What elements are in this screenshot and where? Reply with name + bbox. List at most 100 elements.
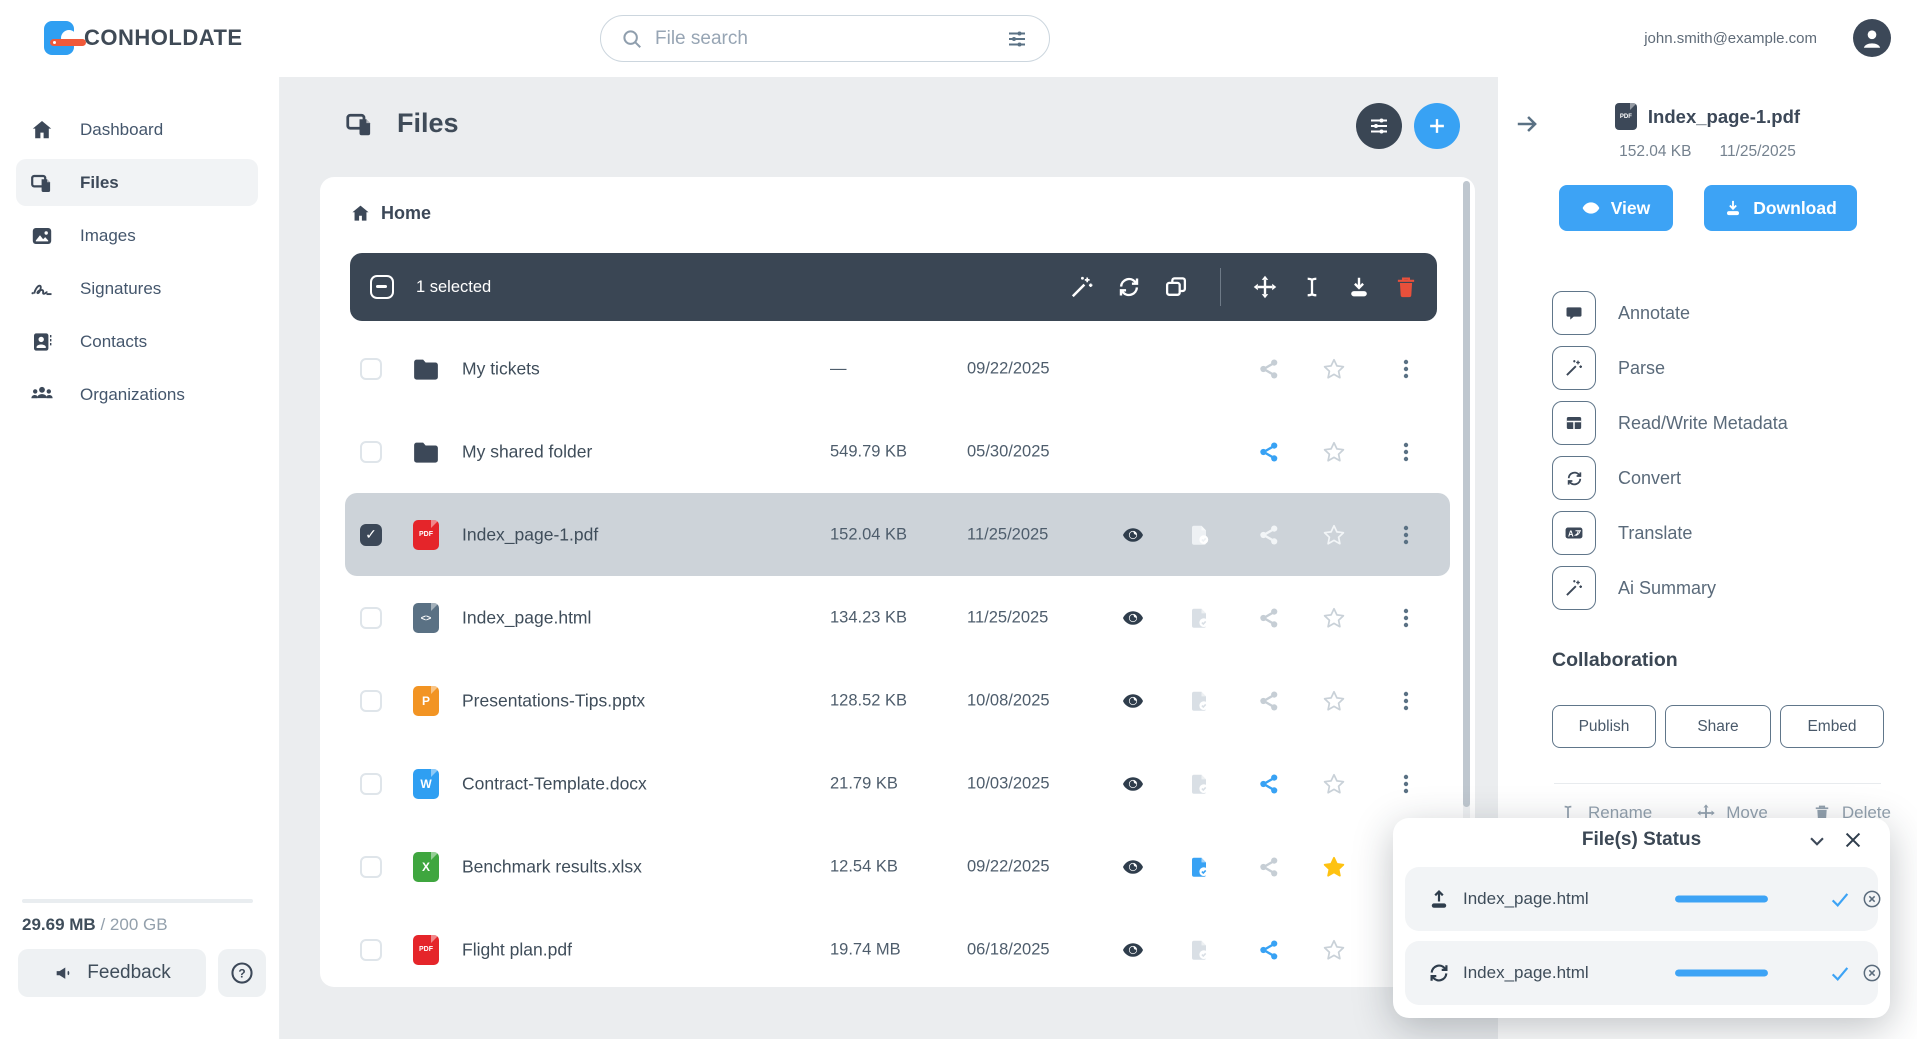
eye-icon[interactable] (1121, 606, 1145, 630)
kebab-menu-icon[interactable] (1397, 772, 1415, 796)
table-row[interactable]: <> Index_page.html 134.23 KB 11/25/2025 (345, 576, 1450, 659)
kebab-menu-icon[interactable] (1397, 689, 1415, 713)
sidebar-item-images[interactable]: Images (0, 209, 280, 262)
table-row[interactable]: My shared folder 549.79 KB 05/30/2025 (345, 410, 1450, 493)
star-icon[interactable] (1322, 357, 1346, 381)
table-row[interactable]: PDF Flight plan.pdf 19.74 MB 06/18/2025 (345, 908, 1450, 991)
row-checkbox[interactable] (360, 939, 382, 961)
eye-icon[interactable] (1121, 855, 1145, 879)
eye-icon[interactable] (1121, 523, 1145, 547)
metadata-action[interactable]: Read/Write Metadata (1552, 401, 1788, 445)
share-icon[interactable] (1257, 855, 1281, 879)
html-file-icon: <> (413, 603, 439, 633)
cancel-icon[interactable] (1862, 963, 1882, 983)
copy-icon[interactable] (1163, 274, 1189, 300)
ai-summary-action[interactable]: Ai Summary (1552, 566, 1788, 610)
file-date: 06/18/2025 (967, 940, 1050, 959)
pdf-file-icon: PDF (413, 520, 439, 550)
add-button[interactable] (1414, 103, 1460, 149)
file-status-popup: File(s) Status Index_page.html Index_pag… (1393, 818, 1890, 1018)
search-input[interactable] (655, 28, 993, 50)
file-check-icon[interactable] (1188, 606, 1212, 630)
file-check-icon[interactable] (1188, 772, 1212, 796)
brand-logo[interactable]: CONHOLDATE (44, 20, 243, 56)
star-icon[interactable] (1322, 938, 1346, 962)
file-actions-list: Annotate Parse Read/Write Metadata Conve… (1552, 291, 1788, 621)
chevron-down-icon[interactable] (1806, 830, 1828, 852)
eye-icon[interactable] (1121, 689, 1145, 713)
share-icon[interactable] (1257, 440, 1281, 464)
table-row[interactable]: PDF Index_page-1.pdf 152.04 KB 11/25/202… (345, 493, 1450, 576)
convert-action[interactable]: Convert (1552, 456, 1788, 500)
scrollbar-thumb[interactable] (1463, 181, 1470, 807)
download-button[interactable]: Download (1704, 185, 1857, 231)
help-button[interactable] (218, 949, 266, 997)
move-icon[interactable] (1252, 274, 1278, 300)
convert-icon[interactable] (1116, 274, 1142, 300)
share-icon[interactable] (1257, 357, 1281, 381)
file-check-icon[interactable] (1188, 855, 1212, 879)
star-icon[interactable] (1322, 440, 1346, 464)
feedback-button[interactable]: Feedback (18, 949, 206, 997)
share-button[interactable]: Share (1665, 705, 1771, 748)
share-icon[interactable] (1257, 772, 1281, 796)
kebab-menu-icon[interactable] (1397, 606, 1415, 630)
select-all-checkbox[interactable] (370, 275, 394, 299)
sidebar-item-signatures[interactable]: Signatures (0, 262, 280, 315)
row-checkbox[interactable] (360, 773, 382, 795)
eye-icon[interactable] (1121, 938, 1145, 962)
sidebar-item-dashboard[interactable]: Dashboard (0, 103, 280, 156)
kebab-menu-icon[interactable] (1397, 523, 1415, 547)
kebab-menu-icon[interactable] (1397, 440, 1415, 464)
star-icon[interactable] (1322, 689, 1346, 713)
eye-icon[interactable] (1121, 772, 1145, 796)
folder-icon (411, 437, 441, 467)
file-name: My tickets (462, 358, 540, 379)
file-check-icon[interactable] (1188, 689, 1212, 713)
sidebar-item-contacts[interactable]: Contacts (0, 315, 280, 368)
kebab-menu-icon[interactable] (1397, 357, 1415, 381)
rename-icon[interactable] (1299, 274, 1325, 300)
view-options-button[interactable] (1356, 103, 1402, 149)
progress-bar (1675, 896, 1768, 903)
star-icon[interactable] (1322, 855, 1346, 879)
share-icon[interactable] (1257, 689, 1281, 713)
translate-action[interactable]: Translate (1552, 511, 1788, 555)
row-checkbox[interactable] (360, 856, 382, 878)
row-checkbox[interactable] (360, 358, 382, 380)
sidebar-item-files[interactable]: Files (0, 156, 280, 209)
embed-button[interactable]: Embed (1780, 705, 1884, 748)
view-button[interactable]: View (1559, 185, 1673, 231)
table-row[interactable]: X Benchmark results.xlsx 12.54 KB 09/22/… (345, 825, 1450, 908)
breadcrumb[interactable]: Home (350, 203, 431, 224)
star-icon[interactable] (1322, 772, 1346, 796)
row-checkbox[interactable] (360, 690, 382, 712)
close-icon[interactable] (1842, 829, 1864, 851)
cancel-icon[interactable] (1862, 889, 1882, 909)
row-checkbox[interactable] (360, 524, 382, 546)
publish-button[interactable]: Publish (1552, 705, 1656, 748)
share-icon[interactable] (1257, 606, 1281, 630)
sidebar-item-organizations[interactable]: Organizations (0, 368, 280, 421)
delete-icon[interactable] (1393, 274, 1419, 300)
row-checkbox[interactable] (360, 441, 382, 463)
conholdate-app: CONHOLDATE john.smith@example.com Dashbo… (0, 0, 1917, 1039)
avatar-icon[interactable] (1853, 19, 1891, 57)
file-check-icon[interactable] (1188, 523, 1212, 547)
sidebar: Dashboard Files Images Signatures Contac… (0, 77, 280, 1039)
share-icon[interactable] (1257, 938, 1281, 962)
star-icon[interactable] (1322, 606, 1346, 630)
upload-icon (1427, 887, 1451, 911)
table-row[interactable]: P Presentations-Tips.pptx 128.52 KB 10/0… (345, 659, 1450, 742)
table-row[interactable]: My tickets — 09/22/2025 (345, 327, 1450, 410)
table-row[interactable]: W Contract-Template.docx 21.79 KB 10/03/… (345, 742, 1450, 825)
share-icon[interactable] (1257, 523, 1281, 547)
annotate-action[interactable]: Annotate (1552, 291, 1788, 335)
parse-action[interactable]: Parse (1552, 346, 1788, 390)
row-checkbox[interactable] (360, 607, 382, 629)
ai-wand-icon[interactable] (1069, 274, 1095, 300)
download-icon[interactable] (1346, 274, 1372, 300)
star-icon[interactable] (1322, 523, 1346, 547)
file-check-icon[interactable] (1188, 938, 1212, 962)
filter-sliders-icon[interactable] (1005, 27, 1029, 51)
